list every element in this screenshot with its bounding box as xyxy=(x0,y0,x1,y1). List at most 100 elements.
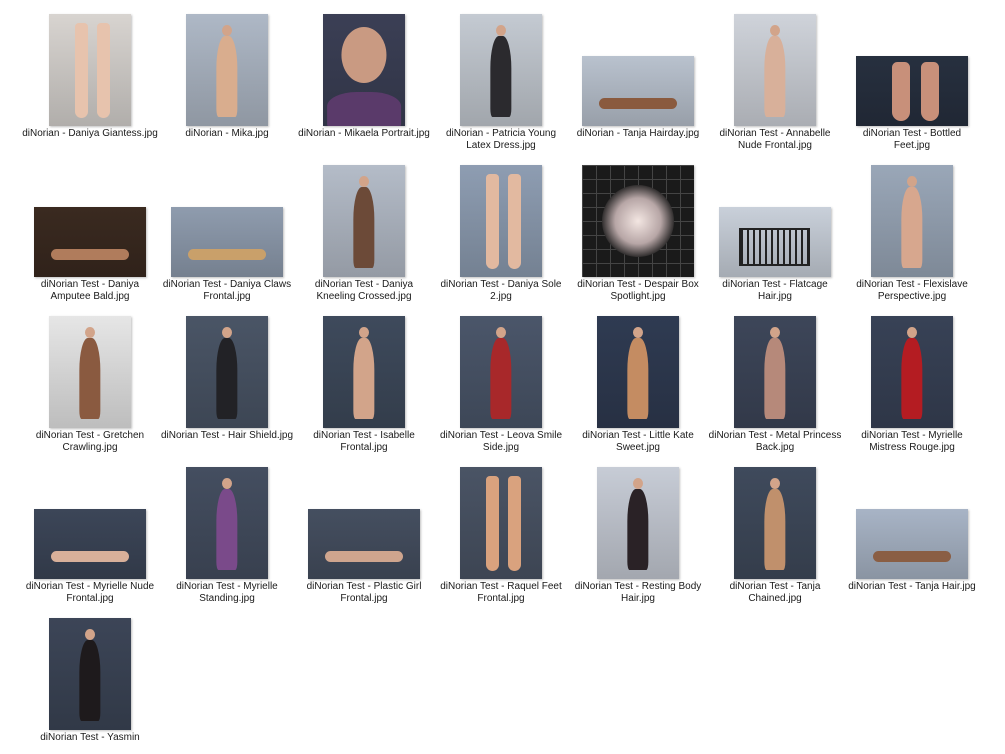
file-thumbnail[interactable] xyxy=(734,467,816,579)
thumbnail-subject-body xyxy=(216,338,238,420)
file-thumbnail[interactable] xyxy=(49,14,131,126)
file-name-label: diNorian - Patricia Young Latex Dress.jp… xyxy=(445,128,557,151)
thumbnail-subject-head xyxy=(496,25,506,37)
thumbnail-subject-limb xyxy=(920,61,939,122)
file-thumbnail[interactable] xyxy=(597,316,679,428)
thumbnail-container xyxy=(844,312,980,428)
thumbnail-container xyxy=(707,10,843,126)
thumbnail-subject-head xyxy=(633,478,643,490)
file-thumbnail[interactable] xyxy=(323,14,405,126)
file-name-label: diNorian Test - Flatcage Hair.jpg xyxy=(722,279,828,302)
thumbnail-cage xyxy=(739,228,811,266)
file-thumbnail[interactable] xyxy=(582,165,694,277)
thumbnail-container xyxy=(570,312,706,428)
file-thumbnail[interactable] xyxy=(597,467,679,579)
file-thumbnail[interactable] xyxy=(460,165,542,277)
file-thumbnail[interactable] xyxy=(49,618,131,730)
file-thumbnail[interactable] xyxy=(460,14,542,126)
file-thumbnail[interactable] xyxy=(719,207,831,277)
thumbnail-subject-body xyxy=(901,338,923,420)
file-thumbnail[interactable] xyxy=(186,467,268,579)
thumbnail-subject-head xyxy=(633,327,643,339)
thumbnail-subject-limb xyxy=(891,61,910,122)
file-thumbnail[interactable] xyxy=(460,467,542,579)
file-name-label: diNorian Test - Raquel Feet Frontal.jpg xyxy=(440,581,562,604)
file-thumbnail[interactable] xyxy=(582,56,694,126)
file-thumbnail[interactable] xyxy=(323,316,405,428)
thumbnail-subject-body xyxy=(50,249,130,261)
file-thumbnail[interactable] xyxy=(308,509,420,579)
thumbnail-subject-body xyxy=(764,489,786,571)
file-thumbnail[interactable] xyxy=(323,165,405,277)
thumbnail-container xyxy=(22,312,158,428)
file-name-label: diNorian - Daniya Giantess.jpg xyxy=(22,128,158,139)
thumbnail-subject-body xyxy=(79,338,101,420)
thumbnail-container xyxy=(707,161,843,277)
thumbnail-container xyxy=(159,161,295,277)
thumbnail-container xyxy=(844,161,980,277)
thumbnail-container xyxy=(707,312,843,428)
file-thumbnail[interactable] xyxy=(49,316,131,428)
file-name-label: diNorian Test - Myrielle Standing.jpg xyxy=(176,581,278,604)
thumbnail-subject-body xyxy=(627,489,649,571)
file-thumbnail[interactable] xyxy=(34,207,146,277)
file-grid: diNorian - Daniya Giantess.jpg diNorian -… xyxy=(0,0,1005,754)
file-name-label: diNorian Test - Plastic Girl Frontal.jpg xyxy=(306,581,422,604)
file-thumbnail[interactable] xyxy=(171,207,283,277)
file-thumbnail[interactable] xyxy=(460,316,542,428)
file-name-label: diNorian Test - Hair Shield.jpg xyxy=(160,430,294,441)
thumbnail-container xyxy=(570,463,706,579)
thumbnail-subject-head xyxy=(770,478,780,490)
thumbnail-subject-head xyxy=(341,27,387,84)
thumbnail-subject-body xyxy=(764,36,786,118)
thumbnail-container xyxy=(570,161,706,277)
thumbnail-container xyxy=(22,10,158,126)
file-thumbnail[interactable] xyxy=(856,56,968,126)
thumbnail-container xyxy=(296,161,432,277)
file-thumbnail[interactable] xyxy=(871,316,953,428)
file-thumbnail[interactable] xyxy=(734,316,816,428)
thumbnail-container xyxy=(296,463,432,579)
thumbnail-container xyxy=(22,161,158,277)
thumbnail-subject-limb xyxy=(486,173,500,270)
file-name-label: diNorian Test - Leova Smile Side.jpg xyxy=(439,430,563,453)
thumbnail-container xyxy=(296,10,432,126)
thumbnail-subject-body xyxy=(598,98,678,110)
thumbnail-subject-head xyxy=(222,25,232,37)
thumbnail-container xyxy=(844,10,980,126)
thumbnail-subject-body xyxy=(764,338,786,420)
thumbnail-subject-limb xyxy=(75,22,89,119)
file-name-label: diNorian Test - Daniya Kneeling Crossed.… xyxy=(314,279,414,302)
thumbnail-subject-limb xyxy=(486,475,500,572)
file-name-label: diNorian - Mikaela Portrait.jpg xyxy=(298,128,430,139)
thumbnail-subject-head xyxy=(222,327,232,339)
file-thumbnail[interactable] xyxy=(186,14,268,126)
file-name-label: diNorian Test - Yasmin xyxy=(40,732,140,743)
thumbnail-subject-head xyxy=(85,629,95,641)
file-thumbnail[interactable] xyxy=(186,316,268,428)
thumbnail-container xyxy=(22,463,158,579)
file-thumbnail[interactable] xyxy=(734,14,816,126)
thumbnail-container xyxy=(433,10,569,126)
thumbnail-subject-body xyxy=(216,36,238,118)
thumbnail-subject-head xyxy=(770,327,780,339)
thumbnail-container xyxy=(707,463,843,579)
thumbnail-subject-body xyxy=(50,551,130,563)
file-name-label: diNorian Test - Tanja Hair.jpg xyxy=(848,581,976,592)
thumbnail-container xyxy=(22,614,158,730)
file-name-label: diNorian Test - Little Kate Sweet.jpg xyxy=(582,430,694,453)
file-thumbnail[interactable] xyxy=(856,509,968,579)
file-thumbnail[interactable] xyxy=(34,509,146,579)
thumbnail-subject-body xyxy=(327,92,401,126)
thumbnail-container xyxy=(844,463,980,579)
file-name-label: diNorian Test - Daniya Amputee Bald.jpg xyxy=(40,279,140,302)
thumbnail-subject-head xyxy=(85,327,95,339)
thumbnail-subject-body xyxy=(353,338,375,420)
thumbnail-container xyxy=(296,312,432,428)
file-name-label: diNorian Test - Bottled Feet.jpg xyxy=(862,128,962,151)
file-thumbnail[interactable] xyxy=(871,165,953,277)
file-name-label: diNorian Test - Myrielle Nude Frontal.jp… xyxy=(25,581,155,604)
thumbnail-subject-head xyxy=(907,327,917,339)
thumbnail-subject-head xyxy=(222,478,232,490)
file-name-label: diNorian Test - Metal Princess Back.jpg xyxy=(708,430,842,453)
